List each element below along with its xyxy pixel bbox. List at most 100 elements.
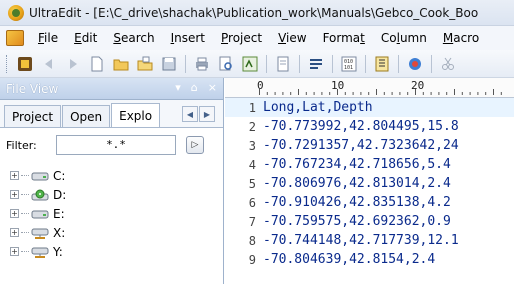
panel-close-icon[interactable]: ×	[208, 81, 217, 94]
menu-insert[interactable]: Insert	[163, 31, 213, 45]
tree-item-drive[interactable]: + Y:	[10, 242, 223, 261]
tree-connector	[21, 213, 29, 214]
cut-icon[interactable]	[438, 54, 458, 74]
drive-label: X:	[53, 225, 66, 240]
print-icon[interactable]	[192, 54, 212, 74]
network-drive-icon	[31, 227, 49, 239]
code-line[interactable]: 8 -70.744148,42.717739,12.1	[225, 231, 514, 250]
line-number: 3	[248, 138, 256, 153]
panel-pin-icon[interactable]: ⌂	[191, 81, 198, 94]
print-preview-icon[interactable]	[216, 54, 236, 74]
drive-label: C:	[53, 168, 66, 183]
document-icon[interactable]	[273, 54, 293, 74]
code-line[interactable]: 4 -70.767234,42.718656,5.4	[225, 155, 514, 174]
tree-item-drive[interactable]: + C:	[10, 166, 223, 185]
tree-item-drive[interactable]: + X:	[10, 223, 223, 242]
editor-pane[interactable]: 0 10 20 1 Long,Lat,Depth 2 -70.773992,42.80…	[225, 78, 514, 284]
tree-item-drive[interactable]: + E:	[10, 204, 223, 223]
back-arrow-icon[interactable]	[39, 54, 59, 74]
code-line[interactable]: 7 -70.759575,42.692362,0.9	[225, 212, 514, 231]
tree-connector	[21, 175, 29, 176]
title-bar: UltraEdit - [E:\C_drive\shachak\Publicat…	[0, 0, 514, 26]
network-drive-icon	[31, 246, 49, 258]
drive-label: D:	[53, 187, 67, 202]
tree-item-drive[interactable]: + D:	[10, 185, 223, 204]
file-view-title: File View	[6, 81, 59, 96]
line-number: 2	[248, 119, 256, 134]
filter-input[interactable]: *.*	[56, 135, 176, 155]
expand-plus-icon[interactable]: +	[10, 171, 19, 180]
code-line[interactable]: 6 -70.910426,42.835138,4.2	[225, 193, 514, 212]
line-number: 7	[248, 214, 256, 229]
line-number: 6	[248, 195, 256, 210]
expand-plus-icon[interactable]: +	[10, 247, 19, 256]
menu-bar: File Edit Search Insert Project View Format Col…	[0, 26, 514, 50]
column-mode-icon[interactable]	[372, 54, 392, 74]
filter-row: Filter: *.* ▷	[0, 128, 223, 162]
line-text[interactable]: -70.744148,42.717739,12.1	[262, 233, 459, 248]
document-menu-icon[interactable]	[6, 30, 24, 46]
tab-explorer[interactable]: Explo	[111, 103, 161, 127]
new-file-icon[interactable]	[87, 54, 107, 74]
drive-label: Y:	[53, 244, 63, 259]
line-number: 4	[248, 157, 256, 172]
open-file-icon[interactable]	[135, 54, 155, 74]
code-line[interactable]: 2 -70.773992,42.804495,15.8	[225, 117, 514, 136]
expand-plus-icon[interactable]: +	[10, 228, 19, 237]
code-line[interactable]: 5 -70.806976,42.813014,2.4	[225, 174, 514, 193]
line-text[interactable]: -70.773992,42.804495,15.8	[262, 119, 459, 134]
line-number: 1	[248, 100, 256, 115]
menu-column[interactable]: Column	[373, 31, 435, 45]
tab-scroll-left-icon[interactable]: ◀	[182, 106, 198, 122]
line-text[interactable]: Long,Lat,Depth	[262, 100, 373, 115]
tab-project[interactable]: Project	[4, 105, 62, 127]
tree-connector	[21, 194, 29, 195]
menu-file[interactable]: File	[30, 31, 66, 45]
hard-drive-icon	[31, 208, 49, 220]
menu-project[interactable]: Project	[213, 31, 270, 45]
toolbar-grip[interactable]	[6, 54, 9, 73]
toolbar-separator	[266, 54, 267, 73]
toolbar-separator	[185, 54, 186, 73]
find-icon[interactable]	[240, 54, 260, 74]
hex-icon[interactable]: 010 101	[339, 54, 359, 74]
window-title: UltraEdit - [E:\C_drive\shachak\Publicat…	[29, 5, 479, 20]
line-number: 5	[248, 176, 256, 191]
app-settings-icon[interactable]	[15, 54, 35, 74]
panel-options-chevron-icon[interactable]: ▾	[175, 81, 181, 94]
expand-plus-icon[interactable]: +	[10, 209, 19, 218]
code-line[interactable]: 3 -70.7291357,42.7323642,24	[225, 136, 514, 155]
tab-open[interactable]: Open	[62, 105, 111, 127]
tab-label: Project	[12, 109, 54, 124]
line-text[interactable]: -70.767234,42.718656,5.4	[262, 157, 451, 172]
browser-icon[interactable]	[405, 54, 425, 74]
filter-label: Filter:	[6, 138, 37, 152]
line-text[interactable]: -70.804639,42.8154,2.4	[262, 252, 435, 267]
filter-apply-button[interactable]: ▷	[186, 136, 204, 154]
expand-plus-icon[interactable]: +	[10, 190, 19, 199]
menu-view[interactable]: View	[270, 31, 314, 45]
line-text[interactable]: -70.759575,42.692362,0.9	[262, 214, 451, 229]
wordwrap-icon[interactable]	[306, 54, 326, 74]
open-folder-icon[interactable]	[111, 54, 131, 74]
save-icon[interactable]	[159, 54, 179, 74]
code-line[interactable]: 9 -70.804639,42.8154,2.4	[225, 250, 514, 269]
tab-scroll-right-icon[interactable]: ▶	[199, 106, 215, 122]
code-line[interactable]: 1 Long,Lat,Depth	[225, 98, 514, 117]
code-area[interactable]: 1 Long,Lat,Depth 2 -70.773992,42.804495,15.…	[225, 98, 514, 269]
toolbar-separator	[332, 54, 333, 73]
forward-arrow-icon[interactable]	[63, 54, 83, 74]
menu-search[interactable]: Search	[105, 31, 162, 45]
line-text[interactable]: -70.7291357,42.7323642,24	[262, 138, 459, 153]
line-text[interactable]: -70.806976,42.813014,2.4	[262, 176, 451, 191]
line-text[interactable]: -70.910426,42.835138,4.2	[262, 195, 451, 210]
ultraedit-app-icon[interactable]	[8, 4, 24, 21]
toolbar-separator	[431, 54, 432, 73]
line-number: 8	[248, 233, 256, 248]
toolbar-separator	[299, 54, 300, 73]
drive-tree: + C: + D: + E: + X: + Y:	[0, 162, 223, 261]
menu-edit[interactable]: Edit	[66, 31, 105, 45]
menu-macro[interactable]: Macro	[435, 31, 487, 45]
menu-format[interactable]: Format	[315, 31, 373, 45]
toolbar-separator	[365, 54, 366, 73]
